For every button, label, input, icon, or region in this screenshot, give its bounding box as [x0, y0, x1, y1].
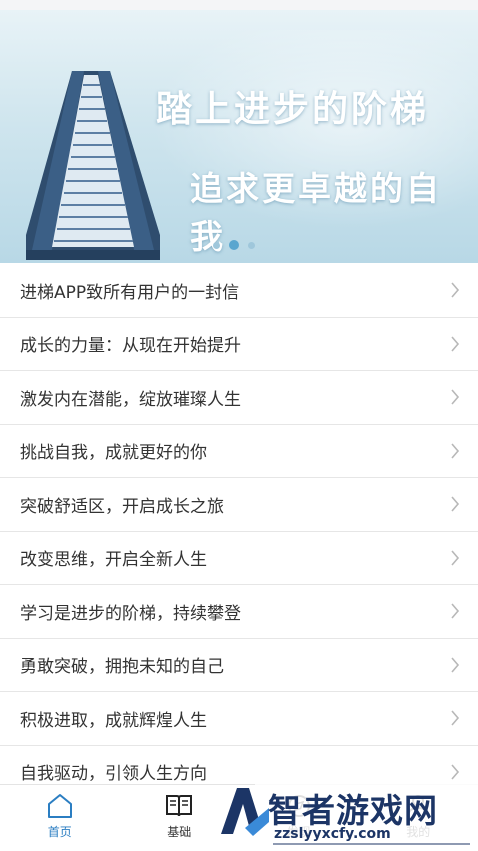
chevron-right-icon	[450, 603, 460, 619]
list-item-title: 挑战自我，成就更好的你	[20, 438, 207, 463]
list-item[interactable]: 改变思维，开启全新人生	[0, 532, 478, 586]
list-item-title: 改变思维，开启全新人生	[20, 545, 207, 570]
tab-basics-label: 基础	[167, 823, 191, 840]
list-item[interactable]: 进梯APP致所有用户的一封信	[0, 264, 478, 318]
chevron-right-icon	[450, 550, 460, 566]
list-item-title: 学习是进步的阶梯，持续攀登	[20, 599, 241, 624]
chevron-right-icon	[450, 443, 460, 459]
carousel-dot[interactable]	[248, 242, 255, 249]
list-item[interactable]: 挑战自我，成就更好的你	[0, 425, 478, 479]
list-item[interactable]: 勇敢突破，拥抱未知的自己	[0, 639, 478, 693]
list-item-title: 积极进取，成就辉煌人生	[20, 706, 207, 731]
list-item-title: 勇敢突破，拥抱未知的自己	[20, 652, 224, 677]
top-strip	[0, 0, 478, 10]
tab-home[interactable]: 首页	[0, 785, 120, 851]
list-item[interactable]: 成长的力量：从现在开始提升	[0, 318, 478, 372]
chevron-right-icon	[450, 710, 460, 726]
chevron-right-icon	[450, 282, 460, 298]
list-item-title: 成长的力量：从现在开始提升	[20, 331, 241, 356]
list-item-title: 突破舒适区，开启成长之旅	[20, 492, 224, 517]
list-item[interactable]: 激发内在潜能，绽放璀璨人生	[0, 371, 478, 425]
chevron-right-icon	[450, 496, 460, 512]
banner-title: 踏上进步的阶梯	[156, 80, 466, 132]
book-icon	[165, 793, 193, 819]
list-item[interactable]: 突破舒适区，开启成长之旅	[0, 478, 478, 532]
chevron-right-icon	[450, 389, 460, 405]
list-item-title: 激发内在潜能，绽放璀璨人生	[20, 385, 241, 410]
carousel-dot-active[interactable]	[229, 240, 239, 250]
watermark-text: 智者游戏网	[268, 784, 438, 832]
banner-carousel[interactable]: 踏上进步的阶梯 追求更卓越的自我	[0, 10, 478, 263]
list-item[interactable]: 积极进取，成就辉煌人生	[0, 692, 478, 746]
list-item-title: 进梯APP致所有用户的一封信	[20, 278, 239, 303]
article-list: 进梯APP致所有用户的一封信 成长的力量：从现在开始提升 激发内在潜能，绽放璀璨…	[0, 264, 478, 799]
carousel-indicator[interactable]	[213, 240, 255, 250]
chevron-right-icon	[450, 657, 460, 673]
chevron-right-icon	[450, 336, 460, 352]
list-item[interactable]: 学习是进步的阶梯，持续攀登	[0, 585, 478, 639]
carousel-dot[interactable]	[213, 242, 220, 249]
list-item-title: 自我驱动，引领人生方向	[20, 759, 207, 784]
escalator-illustration	[10, 65, 170, 263]
tab-home-label: 首页	[48, 823, 72, 840]
watermark-url: zzslyyxcfy.com	[274, 826, 391, 842]
home-icon	[46, 793, 74, 819]
